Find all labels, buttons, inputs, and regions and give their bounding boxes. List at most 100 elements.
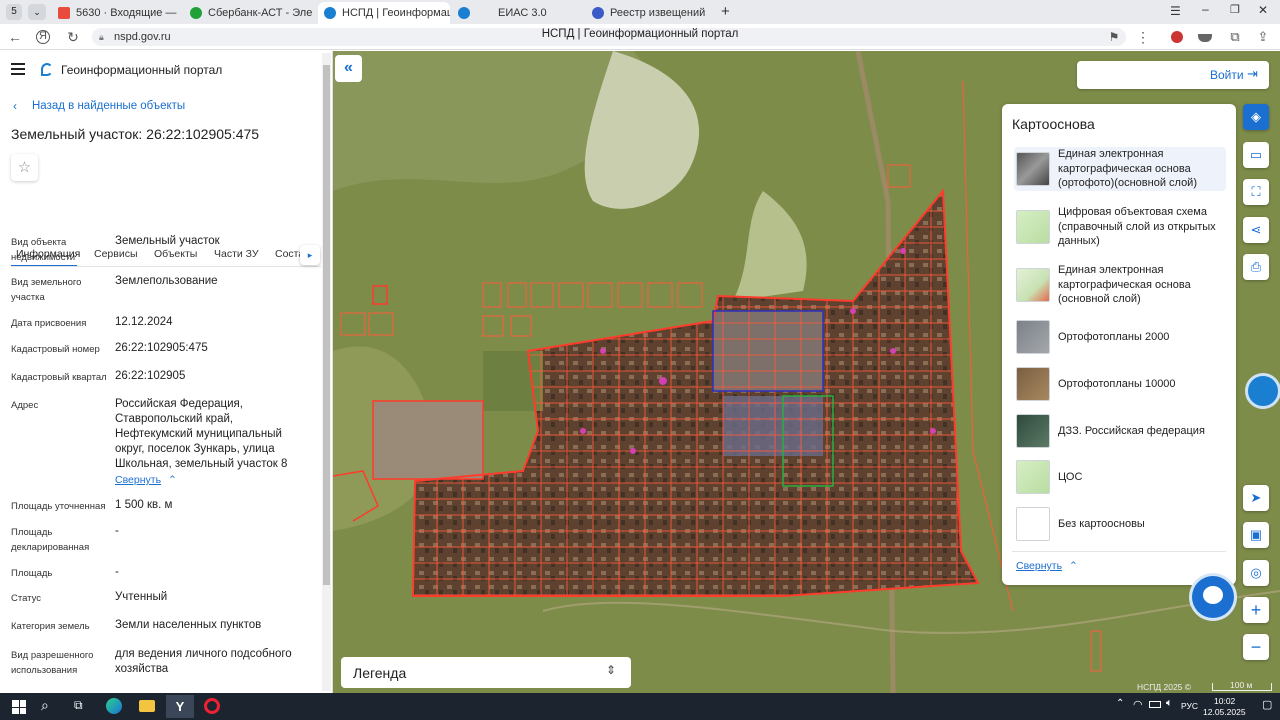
bookmark-icon[interactable]: ⚑ xyxy=(1105,28,1123,46)
tab-pinned[interactable] xyxy=(452,2,482,24)
collapse-panel-button[interactable]: « xyxy=(335,55,362,82)
menu-icon[interactable]: ☰ xyxy=(1170,4,1181,18)
location-search-icon[interactable]: ◎ xyxy=(1243,560,1269,586)
row-value: Землепользование xyxy=(115,275,218,287)
yandex-browser-taskbar-icon[interactable]: Y xyxy=(166,695,194,718)
chevron-up-icon: ⌃ xyxy=(1068,560,1078,572)
tab-yandex-mail[interactable]: 5630 · Входящие — Яндекс xyxy=(52,2,178,24)
back-chevron-icon[interactable]: ‹ xyxy=(13,99,17,113)
tab-label: ЕИАС 3.0 xyxy=(498,7,547,19)
file-explorer-icon[interactable] xyxy=(139,700,155,712)
notifications-icon[interactable]: ▢ xyxy=(1262,698,1272,711)
row-value: Земельный участок xyxy=(115,235,220,247)
collapse-label: Свернуть xyxy=(1016,560,1063,572)
tab-counter[interactable]: 5 xyxy=(6,4,22,20)
scale-bar: 100 м xyxy=(1212,680,1272,691)
minimize-icon[interactable]: – xyxy=(1202,2,1209,16)
portal-logo-icon xyxy=(41,63,53,76)
print-icon[interactable]: ⎙ xyxy=(1243,254,1269,280)
tab-objects[interactable]: Объекты xyxy=(154,248,197,260)
geolocation-icon[interactable]: ➤ xyxy=(1243,485,1269,511)
basemap-title: Картооснова xyxy=(1012,116,1095,132)
layer-option[interactable]: Единая электронная картографическая осно… xyxy=(1014,147,1226,191)
windows-taskbar: ⌕ ⧉ Y ⌃ ◠ 🔈︎ РУС 10:02 12.05.2025 ▢ xyxy=(0,693,1280,720)
layer-thumbnail xyxy=(1016,460,1050,494)
layer-option[interactable]: Цифровая объектовая схема (справочный сл… xyxy=(1014,205,1226,249)
url-text: nspd.gov.ru xyxy=(114,31,171,43)
map-copyright: НСПД 2025 © xyxy=(1137,682,1192,692)
collapse-address-link[interactable]: Свернуть ⌃ xyxy=(115,474,177,486)
sber-icon xyxy=(190,7,202,19)
hamburger-menu-icon[interactable] xyxy=(11,63,25,75)
basemap-panel: Картооснова Единая электронная картограф… xyxy=(1002,104,1236,585)
start-button-icon[interactable] xyxy=(12,700,26,714)
select-area-icon[interactable]: ⛶ xyxy=(1243,179,1269,205)
legend-dropdown[interactable]: Легенда ⇕ xyxy=(341,657,631,688)
back-icon[interactable]: ← xyxy=(6,28,24,46)
favorite-button[interactable]: ☆ xyxy=(11,154,38,181)
url-field[interactable]: 🔒︎ nspd.gov.ru xyxy=(92,28,1126,46)
new-tab-icon[interactable]: + xyxy=(721,3,730,20)
tab-eias[interactable]: ЕИАС 3.0 xyxy=(486,2,582,24)
layer-option[interactable]: Единая электронная картографическая осно… xyxy=(1014,263,1226,307)
address-bar: ← Я ↻ 🔒︎ nspd.gov.ru ⚑ ⋮ ⧉ ⇪ xyxy=(0,24,1280,50)
layer-thumbnail xyxy=(1016,414,1050,448)
registry-icon xyxy=(592,7,604,19)
minimap-icon[interactable]: ▣ xyxy=(1243,522,1269,548)
share-icon[interactable]: ⇪ xyxy=(1254,28,1272,46)
task-view-icon[interactable]: ⧉ xyxy=(74,698,83,713)
layer-label: Без картоосновы xyxy=(1058,517,1145,530)
search-icon[interactable]: ⌕ xyxy=(41,697,49,714)
app-taskbar-icon[interactable] xyxy=(204,698,220,714)
reload-icon[interactable]: ↻ xyxy=(64,28,82,46)
tab-nspd[interactable]: НСПД | Геоинформац ✕ xyxy=(318,2,450,24)
row-label: Вид земельного участка xyxy=(11,277,82,303)
login-button[interactable]: Войти ⇥ xyxy=(1077,61,1269,89)
collapse-label: Свернуть xyxy=(115,474,162,486)
browser-tab-bar: 5 ⌄ 5630 · Входящие — Яндекс Сбербанк-АС… xyxy=(0,0,1280,24)
tab-parts[interactable]: Части ЗУ xyxy=(214,248,259,260)
zoom-in-button[interactable]: + xyxy=(1243,597,1269,623)
tray-chevron-icon[interactable]: ⌃ xyxy=(1116,698,1124,709)
clock-date[interactable]: 12.05.2025 xyxy=(1203,707,1246,717)
row-value: 26:22:102905:475 xyxy=(115,342,208,354)
row-label: Вид объекта недвижимости xyxy=(11,237,76,263)
battery-icon[interactable] xyxy=(1149,701,1161,708)
layer-option[interactable]: ЦОС xyxy=(1014,455,1226,499)
layer-option[interactable]: Без картоосновы xyxy=(1014,502,1226,546)
zoom-out-button[interactable]: − xyxy=(1243,634,1269,660)
wifi-icon[interactable]: ◠ xyxy=(1133,698,1143,711)
panel-scrollbar[interactable] xyxy=(322,53,331,691)
clock-time[interactable]: 10:02 xyxy=(1214,696,1235,706)
tab-label: Сбербанк-АСТ - Электро xyxy=(208,7,312,19)
tab-registry[interactable]: Реестр извещений xyxy=(586,2,716,24)
more-icon[interactable]: ⋮ xyxy=(1134,28,1152,46)
assistant-button[interactable] xyxy=(1245,373,1280,409)
layer-label: Ортофотопланы 2000 xyxy=(1058,330,1170,343)
back-to-results-link[interactable]: Назад в найденные объекты xyxy=(32,100,185,112)
restore-icon[interactable]: ❐ xyxy=(1230,3,1240,16)
chat-button[interactable] xyxy=(1192,576,1234,618)
row-value: 1 500 кв. м xyxy=(115,499,173,511)
extension-icon[interactable] xyxy=(1168,28,1186,46)
collections-icon[interactable]: ⧉ xyxy=(1226,28,1244,46)
edge-icon[interactable] xyxy=(106,698,122,714)
layer-option[interactable]: Ортофотопланы 10000 xyxy=(1014,362,1226,406)
share-map-icon[interactable]: ⋖ xyxy=(1243,217,1269,243)
basemap-collapse-link[interactable]: Свернуть ⌃ xyxy=(1016,560,1078,572)
row-value: - xyxy=(115,525,119,537)
language-indicator[interactable]: РУС xyxy=(1181,701,1198,711)
ruler-icon[interactable]: ▭ xyxy=(1243,142,1269,168)
tab-sberbank-ast[interactable]: Сбербанк-АСТ - Электро xyxy=(184,2,312,24)
layers-tool-button[interactable]: ◈ xyxy=(1243,104,1269,130)
row-label: Категория земель xyxy=(11,621,90,632)
downloads-icon[interactable] xyxy=(1196,28,1214,46)
yandex-icon[interactable]: Я xyxy=(36,30,50,44)
layer-option[interactable]: Ортофотопланы 2000 xyxy=(1014,315,1226,359)
volume-icon[interactable]: 🔈︎ xyxy=(1166,697,1173,710)
row-value: Учтенный xyxy=(115,591,168,603)
tabs-dropdown-icon[interactable]: ⌄ xyxy=(28,4,46,20)
layer-option[interactable]: ДЗЗ. Российская федерация xyxy=(1014,409,1226,453)
layer-label: Ортофотопланы 10000 xyxy=(1058,377,1176,390)
close-window-icon[interactable]: ✕ xyxy=(1258,3,1268,17)
